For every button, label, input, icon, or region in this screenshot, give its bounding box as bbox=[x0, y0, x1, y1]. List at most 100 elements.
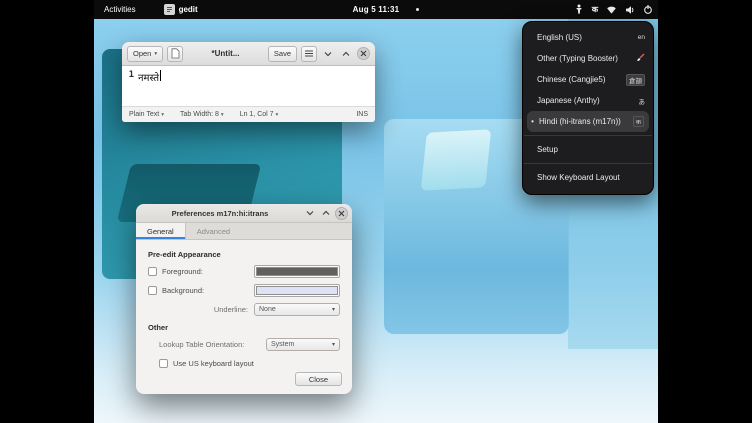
menu-item-label: Chinese (Cangjie5) bbox=[537, 75, 623, 84]
chevron-down-icon bbox=[324, 50, 332, 58]
open-button-label: Open bbox=[133, 49, 151, 58]
preedit-section-heading: Pre-edit Appearance bbox=[148, 250, 340, 259]
lookup-orientation-value: System bbox=[271, 341, 294, 348]
menu-item-japanese-anthy[interactable]: Japanese (Anthy) あ bbox=[523, 90, 653, 111]
tab-advanced[interactable]: Advanced bbox=[186, 223, 241, 239]
underline-select[interactable]: None ▾ bbox=[254, 303, 340, 316]
menu-separator bbox=[524, 135, 652, 136]
menu-item-label: Other (Typing Booster) bbox=[537, 54, 633, 63]
close-icon bbox=[360, 50, 367, 57]
us-keyboard-label: Use US keyboard layout bbox=[173, 359, 254, 368]
chevron-down-icon: ▾ bbox=[332, 306, 335, 313]
close-button[interactable] bbox=[335, 207, 348, 220]
tab-width-label: Tab Width: 8 bbox=[180, 111, 219, 118]
cursor-position[interactable]: Ln 1, Col 7 ▾ bbox=[240, 111, 279, 118]
minimize-button[interactable] bbox=[321, 47, 335, 61]
menu-item-english-us[interactable]: English (US) en bbox=[523, 27, 653, 48]
power-icon[interactable] bbox=[643, 4, 653, 15]
menu-item-label: Show Keyboard Layout bbox=[537, 173, 645, 182]
foreground-swatch bbox=[256, 267, 338, 276]
chevron-down-icon: ▾ bbox=[154, 51, 157, 57]
close-button[interactable] bbox=[357, 47, 370, 60]
app-menu-label: gedit bbox=[179, 5, 198, 14]
menu-item-label: Setup bbox=[537, 145, 645, 154]
background-swatch bbox=[256, 286, 338, 295]
wallpaper-shape bbox=[421, 129, 492, 190]
desktop: Activities gedit Aug 5 11:31 क bbox=[94, 0, 658, 423]
foreground-label: Foreground: bbox=[162, 267, 203, 276]
layout-badge: क bbox=[633, 116, 644, 127]
window-title: *Untit... bbox=[187, 49, 264, 58]
menu-separator bbox=[524, 163, 652, 164]
other-section-heading: Other bbox=[148, 323, 340, 332]
dialog-title: Preferences m17n:hi:itrans bbox=[136, 209, 304, 218]
text-cursor bbox=[160, 70, 161, 81]
menu-item-label: Japanese (Anthy) bbox=[537, 96, 636, 105]
top-bar: Activities gedit Aug 5 11:31 क bbox=[94, 0, 658, 19]
lookup-orientation-select[interactable]: System ▾ bbox=[266, 338, 340, 351]
app-menu-button[interactable]: gedit bbox=[164, 4, 198, 15]
menu-item-hindi-itrans[interactable]: • Hindi (hi-itrans (m17n)) क bbox=[527, 111, 649, 132]
accessibility-icon[interactable] bbox=[574, 4, 584, 15]
underline-label: Underline: bbox=[214, 305, 248, 314]
maximize-button[interactable] bbox=[339, 47, 353, 61]
open-button[interactable]: Open ▾ bbox=[127, 46, 163, 62]
close-icon bbox=[338, 210, 345, 217]
hamburger-icon bbox=[305, 50, 313, 57]
layout-badge: あ bbox=[639, 96, 646, 106]
background-color-button[interactable] bbox=[254, 284, 340, 297]
dialog-body: Pre-edit Appearance Foreground: Backgrou… bbox=[136, 240, 352, 370]
network-icon bbox=[606, 5, 617, 15]
save-button[interactable]: Save bbox=[268, 46, 297, 62]
language-label: Plain Text bbox=[129, 111, 159, 118]
dialog-titlebar[interactable]: Preferences m17n:hi:itrans bbox=[136, 204, 352, 223]
gedit-app-icon bbox=[164, 4, 175, 15]
background-checkbox[interactable] bbox=[148, 286, 157, 295]
clock[interactable]: Aug 5 11:31 bbox=[353, 5, 400, 14]
menu-item-label: Hindi (hi-itrans (m17n)) bbox=[539, 117, 630, 126]
foreground-color-button[interactable] bbox=[254, 265, 340, 278]
notification-dot bbox=[416, 8, 419, 11]
chevron-down-icon: ▾ bbox=[276, 112, 279, 118]
us-keyboard-checkbox[interactable] bbox=[159, 359, 168, 368]
chevron-down-icon: ▾ bbox=[161, 112, 164, 118]
dialog-close-button[interactable]: Close bbox=[295, 372, 342, 386]
tab-general[interactable]: General bbox=[136, 223, 186, 239]
chevron-down-icon: ▾ bbox=[332, 341, 335, 348]
chevron-up-icon bbox=[342, 50, 350, 58]
menu-item-typing-booster[interactable]: Other (Typing Booster) bbox=[523, 48, 653, 69]
input-source-indicator[interactable]: क bbox=[592, 4, 598, 15]
menu-button[interactable] bbox=[301, 46, 317, 62]
foreground-checkbox[interactable] bbox=[148, 267, 157, 276]
menu-item-show-keyboard-layout[interactable]: Show Keyboard Layout bbox=[523, 167, 653, 188]
underline-value: None bbox=[259, 306, 276, 313]
dialog-tabs: General Advanced bbox=[136, 223, 352, 240]
gedit-headerbar[interactable]: Open ▾ *Untit... Save bbox=[122, 42, 375, 66]
menu-item-chinese-cangjie[interactable]: Chinese (Cangjie5) 倉頡 bbox=[523, 69, 653, 90]
background-label: Background: bbox=[162, 286, 204, 295]
brush-icon bbox=[636, 53, 645, 64]
language-selector[interactable]: Plain Text ▾ bbox=[129, 111, 164, 118]
layout-badge: en bbox=[638, 34, 645, 41]
chevron-down-icon bbox=[306, 209, 314, 217]
chevron-up-icon bbox=[322, 209, 330, 217]
line-number: 1 bbox=[122, 70, 138, 106]
layout-badge: 倉頡 bbox=[626, 74, 645, 86]
lookup-orientation-label: Lookup Table Orientation: bbox=[159, 340, 244, 349]
tab-width-selector[interactable]: Tab Width: 8 ▾ bbox=[180, 111, 224, 118]
maximize-button[interactable] bbox=[319, 206, 333, 220]
activities-button[interactable]: Activities bbox=[94, 0, 146, 19]
menu-item-setup[interactable]: Setup bbox=[523, 139, 653, 160]
new-document-button[interactable] bbox=[167, 46, 183, 62]
input-source-menu: English (US) en Other (Typing Booster) C… bbox=[522, 21, 654, 195]
minimize-button[interactable] bbox=[303, 206, 317, 220]
menu-item-label: English (US) bbox=[537, 33, 635, 42]
editor-text: नमस्ते bbox=[138, 70, 159, 106]
cursor-position-label: Ln 1, Col 7 bbox=[240, 111, 274, 118]
insert-mode-indicator: INS bbox=[356, 111, 368, 118]
chevron-down-icon: ▾ bbox=[221, 112, 224, 118]
gedit-window: Open ▾ *Untit... Save 1 नमस्ते bbox=[122, 42, 375, 122]
editor-area[interactable]: 1 नमस्ते bbox=[122, 66, 375, 106]
radio-indicator: • bbox=[529, 117, 536, 126]
gedit-statusbar: Plain Text ▾ Tab Width: 8 ▾ Ln 1, Col 7 … bbox=[122, 106, 375, 122]
